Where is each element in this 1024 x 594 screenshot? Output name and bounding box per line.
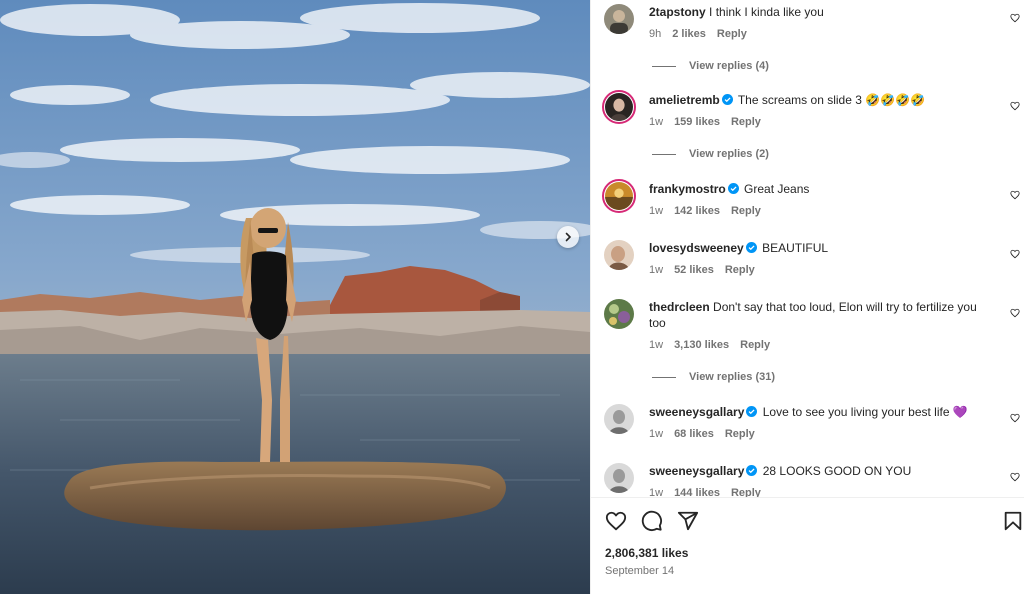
reply-thread-line	[652, 153, 676, 155]
comment-meta: 1w 159 likes Reply	[649, 116, 772, 128]
comment-text-block: frankymostro Great Jeans	[649, 181, 994, 197]
avatar[interactable]	[604, 463, 634, 493]
view-replies-button[interactable]: View replies (31)	[652, 371, 775, 383]
comment-likes[interactable]: 68 likes	[674, 428, 714, 440]
view-replies-label: View replies (31)	[689, 371, 776, 383]
verified-badge-icon	[745, 242, 757, 253]
avatar[interactable]	[604, 240, 634, 270]
post-date[interactable]: September 14	[605, 565, 674, 577]
verified-badge-icon	[721, 94, 733, 105]
comment-meta: 9h 2 likes Reply	[649, 28, 758, 40]
comment-meta: 1w 142 likes Reply	[649, 205, 772, 217]
comment-text-block: sweeneysgallary 28 LOOKS GOOD ON YOU	[649, 463, 994, 479]
comment-body: 28 LOOKS GOOD ON YOU	[762, 464, 912, 478]
post-likes-count[interactable]: 2,806,381 likes	[605, 546, 688, 560]
avatar[interactable]	[604, 4, 634, 34]
post-image	[0, 0, 590, 594]
chevron-right-icon	[565, 232, 572, 242]
comment-age: 1w	[649, 428, 664, 440]
comment-meta: 1w 144 likes Reply	[649, 487, 772, 497]
reply-button[interactable]: Reply	[731, 487, 761, 497]
next-slide-button[interactable]	[557, 226, 579, 248]
comment-likes[interactable]: 144 likes	[674, 487, 720, 497]
reply-button[interactable]: Reply	[725, 264, 755, 276]
comment-body: Love to see you living your best life 💜	[762, 405, 968, 419]
reply-button[interactable]: Reply	[731, 116, 761, 128]
comment-body: The screams on slide 3 🤣🤣🤣🤣	[737, 93, 925, 107]
verified-badge-icon	[727, 183, 739, 194]
comment-body: BEAUTIFUL	[762, 241, 829, 255]
comment-username[interactable]: amelietremb	[649, 93, 720, 107]
avatar[interactable]	[604, 404, 634, 434]
heart-icon[interactable]	[1010, 413, 1020, 423]
reply-button[interactable]: Reply	[731, 205, 761, 217]
comment-meta: 1w 52 likes Reply	[649, 264, 766, 276]
view-replies-button[interactable]: View replies (2)	[652, 148, 769, 160]
comment-body: Great Jeans	[744, 182, 810, 196]
comment-likes[interactable]: 52 likes	[674, 264, 714, 276]
reply-button[interactable]: Reply	[725, 428, 755, 440]
comment-text-block: sweeneysgallary Love to see you living y…	[649, 404, 994, 420]
comment-meta: 1w 3,130 likes Reply	[649, 339, 781, 351]
comment-age: 1w	[649, 339, 664, 351]
bookmark-icon[interactable]	[1002, 510, 1024, 532]
comment-likes[interactable]: 3,130 likes	[674, 339, 729, 351]
comment-likes[interactable]: 2 likes	[672, 28, 706, 40]
comment-bubble-icon[interactable]	[641, 510, 663, 532]
comment-likes[interactable]: 159 likes	[674, 116, 720, 128]
avatar[interactable]	[604, 299, 634, 329]
heart-icon[interactable]	[1010, 13, 1020, 23]
comment-age: 1w	[649, 205, 664, 217]
post-photo	[0, 0, 590, 594]
heart-icon[interactable]	[1010, 308, 1020, 318]
heart-icon[interactable]	[1010, 190, 1020, 200]
comment-age: 1w	[649, 116, 664, 128]
comment-username[interactable]: 2tapstony	[649, 5, 706, 19]
comments-list[interactable]: 2tapstony I think I kinda like you 9h 2 l…	[591, 0, 1024, 497]
comment-age: 9h	[649, 28, 662, 40]
view-replies-button[interactable]: View replies (4)	[652, 60, 769, 72]
comment-username[interactable]: sweeneysgallary	[649, 405, 744, 419]
comment-username[interactable]: sweeneysgallary	[649, 464, 744, 478]
comment-username[interactable]: thedrcleen	[649, 300, 710, 314]
heart-icon[interactable]	[1010, 472, 1020, 482]
comment-text-block: thedrcleen Don't say that too loud, Elon…	[649, 299, 994, 331]
reply-button[interactable]: Reply	[717, 28, 747, 40]
comments-panel: 2tapstony I think I kinda like you 9h 2 l…	[590, 0, 1024, 594]
comment-text-block: 2tapstony I think I kinda like you	[649, 4, 994, 20]
comment-username[interactable]: frankymostro	[649, 182, 726, 196]
comment-username[interactable]: lovesydsweeney	[649, 241, 744, 255]
paper-plane-icon[interactable]	[677, 510, 699, 532]
post-actions: 2,806,381 likes September 14	[591, 497, 1024, 594]
view-replies-label: View replies (4)	[689, 60, 769, 72]
heart-icon[interactable]	[1010, 249, 1020, 259]
comment-age: 1w	[649, 487, 664, 497]
comment-likes[interactable]: 142 likes	[674, 205, 720, 217]
heart-icon[interactable]	[605, 510, 627, 532]
heart-icon[interactable]	[1010, 101, 1020, 111]
comment-text-block: lovesydsweeney BEAUTIFUL	[649, 240, 994, 256]
comment-text-block: amelietremb The screams on slide 3 🤣🤣🤣🤣	[649, 92, 994, 108]
verified-badge-icon	[746, 406, 758, 417]
avatar[interactable]	[602, 90, 636, 124]
reply-thread-line	[652, 376, 676, 378]
reply-thread-line	[652, 65, 676, 67]
reply-button[interactable]: Reply	[740, 339, 770, 351]
view-replies-label: View replies (2)	[689, 148, 769, 160]
comment-age: 1w	[649, 264, 664, 276]
verified-badge-icon	[746, 465, 758, 476]
avatar[interactable]	[602, 179, 636, 213]
comment-body: I think I kinda like you	[709, 5, 824, 19]
comment-meta: 1w 68 likes Reply	[649, 428, 766, 440]
